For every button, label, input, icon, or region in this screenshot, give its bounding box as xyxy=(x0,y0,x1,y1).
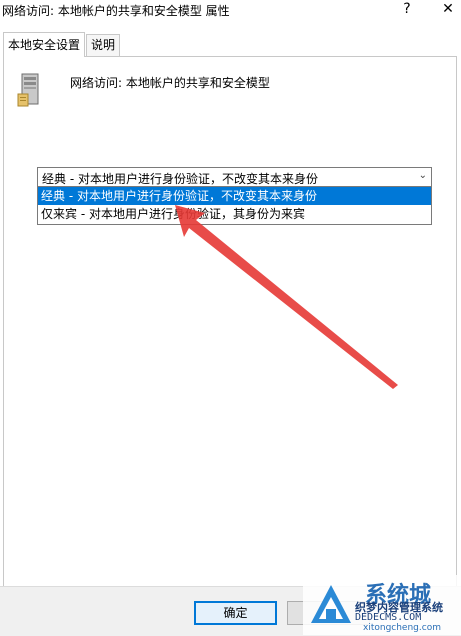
dropdown-selected-value: 经典 - 对本地用户进行身份验证，不改变其本来身份 xyxy=(42,172,318,186)
watermark-line2: DEDECMS.COM xyxy=(355,612,422,623)
title-bar: 网络访问: 本地帐户的共享和安全模型 属性 ? ✕ xyxy=(0,0,461,28)
chevron-down-icon[interactable]: ⌄ xyxy=(419,170,427,181)
help-button[interactable]: ? xyxy=(395,0,419,18)
tab-explain[interactable]: 说明 xyxy=(86,34,121,56)
tab-panel xyxy=(3,56,457,587)
close-button[interactable]: ✕ xyxy=(436,0,460,18)
tab-local-security-setting[interactable]: 本地安全设置 xyxy=(3,32,86,57)
ok-button[interactable]: 确定 xyxy=(194,601,277,625)
policy-title: 网络访问: 本地帐户的共享和安全模型 xyxy=(70,76,270,90)
server-icon xyxy=(17,73,39,107)
security-model-dropdown[interactable]: 经典 - 对本地用户进行身份验证，不改变其本来身份 ⌄ xyxy=(37,167,432,187)
dropdown-option-classic[interactable]: 经典 - 对本地用户进行身份验证，不改变其本来身份 xyxy=(38,187,431,205)
dropdown-list: 经典 - 对本地用户进行身份验证，不改变其本来身份 仅来宾 - 对本地用户进行身… xyxy=(37,187,432,225)
window-title: 网络访问: 本地帐户的共享和安全模型 属性 xyxy=(2,4,230,18)
watermark-line3: xitongcheng.com xyxy=(363,623,441,633)
watermark: 系统城 织梦内容管理系统 DEDECMS.COM xitongcheng.com xyxy=(303,575,461,635)
dropdown-option-guest-only[interactable]: 仅来宾 - 对本地用户进行身份验证，其身份为来宾 xyxy=(38,205,431,223)
logo-icon xyxy=(311,585,351,623)
tab-strip: 本地安全设置 说明 xyxy=(0,32,461,57)
